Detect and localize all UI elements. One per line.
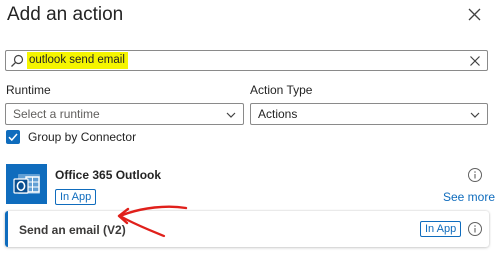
runtime-dropdown[interactable]: Select a runtime bbox=[5, 103, 244, 125]
clear-icon[interactable] bbox=[468, 54, 482, 68]
chevron-down-icon bbox=[226, 112, 236, 118]
chevron-down-icon bbox=[470, 112, 480, 118]
see-more-link[interactable]: See more bbox=[443, 190, 495, 204]
group-by-connector-checkbox[interactable] bbox=[6, 130, 20, 144]
info-icon[interactable] bbox=[467, 167, 483, 183]
close-button[interactable] bbox=[463, 4, 485, 26]
action-type-label: Action Type bbox=[250, 83, 313, 97]
search-input-value: outlook send email bbox=[27, 52, 128, 69]
close-icon bbox=[468, 8, 481, 21]
runtime-label: Runtime bbox=[6, 83, 51, 97]
connector-name: Office 365 Outlook bbox=[55, 168, 162, 182]
action-item-name: Send an email (V2) bbox=[19, 223, 126, 237]
annotation-arrow bbox=[117, 205, 188, 238]
action-item-accent bbox=[5, 211, 8, 247]
info-icon[interactable] bbox=[467, 221, 483, 237]
action-type-dropdown-value: Actions bbox=[258, 107, 298, 121]
action-type-dropdown[interactable]: Actions bbox=[250, 103, 488, 125]
connector-in-app-badge: In App bbox=[55, 189, 97, 205]
action-item-send-email[interactable]: Send an email (V2) In App bbox=[5, 211, 489, 247]
search-input[interactable]: outlook send email bbox=[5, 50, 488, 71]
group-by-connector-label: Group by Connector bbox=[28, 130, 137, 144]
search-icon bbox=[11, 54, 24, 67]
runtime-dropdown-placeholder: Select a runtime bbox=[13, 107, 100, 121]
panel-title: Add an action bbox=[7, 4, 124, 25]
checkmark-icon bbox=[8, 133, 18, 142]
action-in-app-badge: In App bbox=[420, 221, 462, 237]
outlook-logo-icon bbox=[6, 164, 47, 204]
